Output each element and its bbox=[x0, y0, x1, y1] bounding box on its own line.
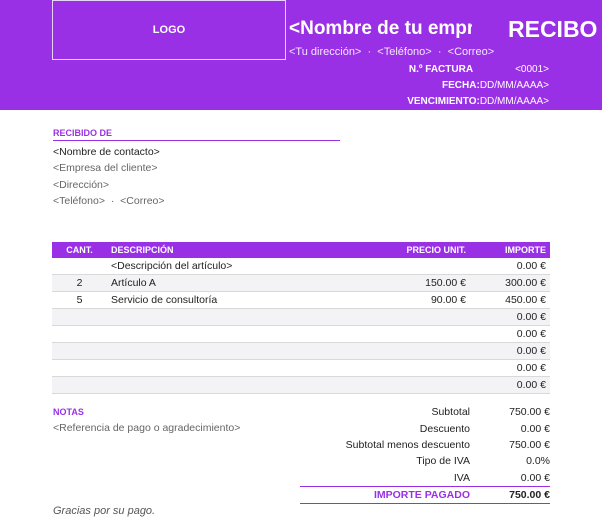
logo-placeholder: LOGO bbox=[52, 0, 286, 60]
subtotal-label: Subtotal bbox=[431, 406, 470, 419]
table-row: <Descripción del artículo> 0.00 € bbox=[52, 258, 550, 275]
separator: · bbox=[367, 46, 372, 58]
row-qty bbox=[52, 376, 107, 394]
due-date-value: DD/MM/AAAA> bbox=[479, 96, 549, 107]
row-unit-price: 150.00 € bbox=[352, 274, 470, 292]
row-amount: 0.00 € bbox=[470, 325, 550, 343]
invoice-number-row: N.º FACTURA <0001> bbox=[409, 64, 549, 75]
table-row: 2 Artículo A 150.00 € 300.00 € bbox=[52, 274, 550, 292]
amount-paid-value: 750.00 € bbox=[509, 489, 550, 502]
row-description: <Descripción del artículo> bbox=[107, 258, 352, 275]
company-name: <Nombre de tu empresa> bbox=[289, 18, 472, 39]
logo-text: LOGO bbox=[152, 24, 186, 36]
company-contact-line: <Tu dirección> · <Teléfono> · <Correo> bbox=[289, 46, 494, 58]
table-row: 5 Servicio de consultoría 90.00 € 450.00… bbox=[52, 291, 550, 309]
client-address: <Dirección> bbox=[53, 179, 110, 191]
row-description bbox=[107, 325, 352, 343]
thank-you-note: Gracias por su pago. bbox=[53, 505, 156, 517]
table-row: 0.00 € bbox=[52, 376, 550, 394]
row-unit-price bbox=[352, 376, 470, 394]
row-qty bbox=[52, 258, 107, 275]
due-date-row: VENCIMIENTO:DD/MM/AAAA> bbox=[407, 96, 549, 107]
row-qty bbox=[52, 359, 107, 377]
company-phone: <Teléfono> bbox=[377, 46, 432, 58]
date-value: DD/MM/AAAA> bbox=[479, 80, 549, 91]
invoice-number-value: <0001> bbox=[515, 64, 549, 75]
row-description bbox=[107, 359, 352, 377]
invoice-number-label: N.º FACTURA bbox=[408, 64, 474, 75]
document-title: RECIBO bbox=[508, 16, 598, 42]
client-company: <Empresa del cliente> bbox=[53, 162, 158, 174]
items-table: CANT. DESCRIPCIÓN PRECIO UNIT. IMPORTE <… bbox=[52, 242, 550, 394]
subtotal-row: Subtotal 750.00 € bbox=[300, 404, 550, 420]
row-description bbox=[107, 308, 352, 326]
receipt-header: LOGO <Nombre de tu empresa> RECIBO <Tu d… bbox=[0, 0, 602, 110]
tax-rate-label: Tipo de IVA bbox=[416, 455, 470, 468]
row-unit-price: 90.00 € bbox=[352, 291, 470, 309]
subtotal-less-discount-value: 750.00 € bbox=[509, 438, 550, 451]
tax-row: IVA 0.00 € bbox=[300, 470, 550, 486]
row-description bbox=[107, 376, 352, 394]
subtotal-less-discount-label: Subtotal menos descuento bbox=[345, 438, 470, 451]
subtotal-value: 750.00 € bbox=[509, 406, 550, 419]
table-row: 0.00 € bbox=[52, 325, 550, 343]
column-header-unit-price: PRECIO UNIT. bbox=[352, 242, 470, 258]
separator: · bbox=[437, 46, 442, 58]
tax-label: IVA bbox=[453, 471, 470, 484]
table-row: 0.00 € bbox=[52, 308, 550, 326]
row-unit-price bbox=[352, 342, 470, 360]
row-description: Servicio de consultoría bbox=[107, 291, 352, 309]
amount-paid-row: IMPORTE PAGADO 750.00 € bbox=[300, 485, 550, 505]
row-amount: 0.00 € bbox=[470, 308, 550, 326]
row-qty bbox=[52, 342, 107, 360]
tax-value: 0.00 € bbox=[520, 471, 550, 484]
notes-heading: NOTAS bbox=[53, 407, 84, 417]
row-amount: 0.00 € bbox=[470, 342, 550, 360]
items-table-header: CANT. DESCRIPCIÓN PRECIO UNIT. IMPORTE bbox=[52, 242, 550, 258]
column-header-amount: IMPORTE bbox=[470, 242, 550, 258]
tax-rate-value: 0.0% bbox=[526, 455, 550, 468]
client-contact-name: <Nombre de contacto> bbox=[53, 146, 160, 158]
row-amount: 0.00 € bbox=[470, 359, 550, 377]
notes-text: <Referencia de pago o agradecimiento> bbox=[53, 422, 241, 434]
totals-block: Subtotal 750.00 € Descuento 0.00 € Subto… bbox=[300, 404, 550, 505]
amount-paid-label: IMPORTE PAGADO bbox=[373, 489, 470, 502]
received-from-heading: RECIBIDO DE bbox=[53, 128, 340, 141]
row-amount: 300.00 € bbox=[470, 274, 550, 292]
company-address: <Tu dirección> bbox=[289, 46, 362, 58]
row-unit-price bbox=[352, 308, 470, 326]
row-qty bbox=[52, 325, 107, 343]
row-description bbox=[107, 342, 352, 360]
row-qty: 5 bbox=[52, 291, 107, 309]
column-header-description: DESCRIPCIÓN bbox=[107, 242, 352, 258]
row-unit-price bbox=[352, 258, 470, 275]
column-header-qty: CANT. bbox=[52, 242, 107, 258]
tax-rate-row: Tipo de IVA 0.0% bbox=[300, 453, 550, 469]
row-description: Artículo A bbox=[107, 274, 352, 292]
date-row: FECHA:DD/MM/AAAA> bbox=[442, 80, 549, 91]
subtotal-less-discount-row: Subtotal menos descuento 750.00 € bbox=[300, 437, 550, 453]
table-row: 0.00 € bbox=[52, 342, 550, 360]
row-qty bbox=[52, 308, 107, 326]
client-email: <Correo> bbox=[120, 195, 165, 207]
table-row: 0.00 € bbox=[52, 359, 550, 377]
due-date-label: VENCIMIENTO: bbox=[407, 96, 480, 107]
row-unit-price bbox=[352, 359, 470, 377]
discount-value: 0.00 € bbox=[520, 422, 550, 435]
row-qty: 2 bbox=[52, 274, 107, 292]
row-amount: 450.00 € bbox=[470, 291, 550, 309]
discount-label: Descuento bbox=[419, 422, 470, 435]
row-unit-price bbox=[352, 325, 470, 343]
company-email: <Correo> bbox=[447, 46, 495, 58]
separator: · bbox=[110, 195, 115, 207]
row-amount: 0.00 € bbox=[470, 376, 550, 394]
client-phone-email: <Teléfono> · <Correo> bbox=[53, 195, 165, 207]
row-amount: 0.00 € bbox=[470, 258, 550, 275]
date-label: FECHA: bbox=[442, 80, 480, 91]
client-phone: <Teléfono> bbox=[53, 195, 105, 207]
discount-row: Descuento 0.00 € bbox=[300, 420, 550, 436]
